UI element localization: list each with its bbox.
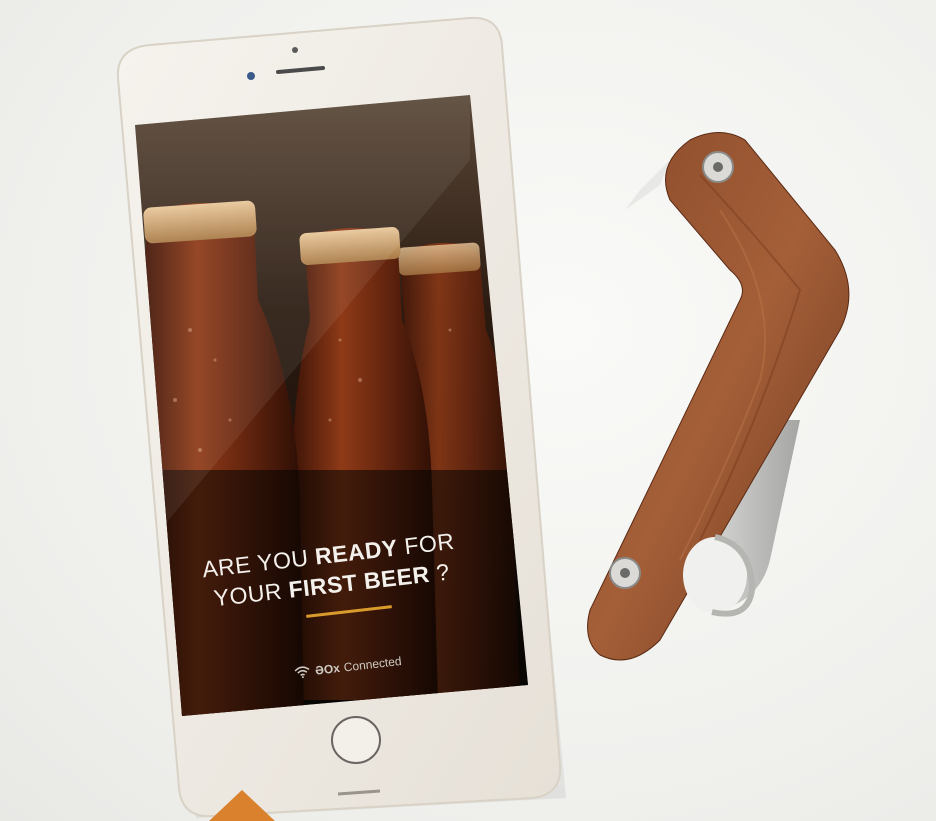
bottle-opener — [587, 132, 850, 661]
product-photo: ARE YOU READY FOR YOUR FIRST BEER ? ƏOx C… — [0, 0, 936, 821]
headline-your: YOUR — [212, 577, 284, 612]
phone-and-opener-illustration — [116, 16, 850, 818]
wifi-icon — [294, 666, 310, 679]
orange-triangle-marker — [208, 790, 276, 821]
headline-question-mark: ? — [434, 558, 452, 586]
headline-ready: READY — [313, 534, 400, 570]
status-logo: ƏOx — [314, 660, 341, 678]
headline-for: FOR — [403, 527, 456, 560]
